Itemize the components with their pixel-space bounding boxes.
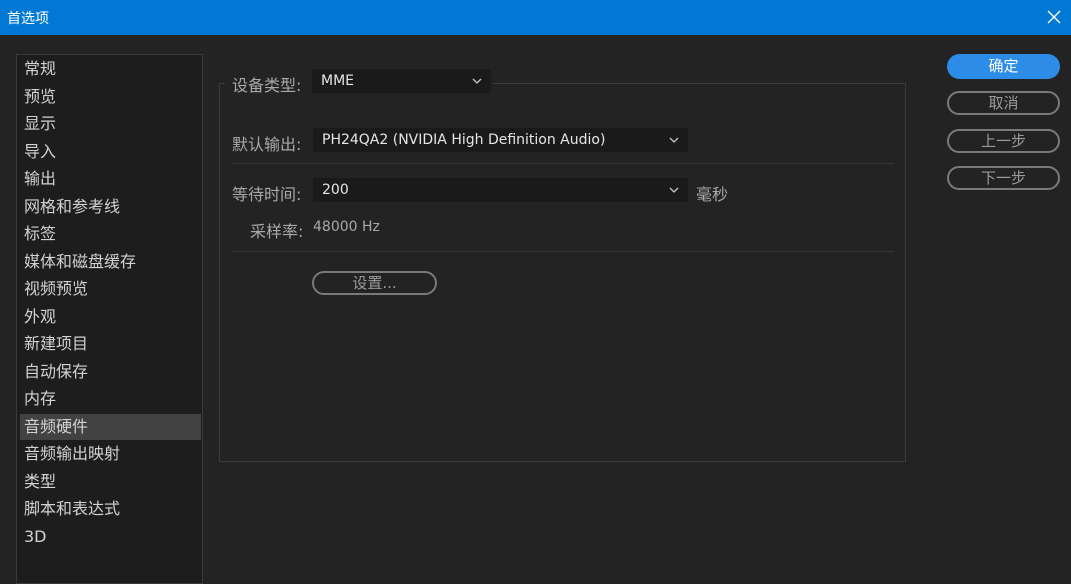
sidebar-item-display[interactable]: 显示: [20, 111, 201, 137]
ok-button[interactable]: 确定: [947, 54, 1060, 79]
device-type-value: MME: [321, 73, 355, 89]
title-bar: 首选项: [0, 0, 1071, 35]
sidebar-item-media-disk-cache[interactable]: 媒体和磁盘缓存: [20, 249, 201, 275]
sidebar-item-previews[interactable]: 预览: [20, 84, 201, 110]
section-divider: [231, 251, 894, 252]
sample-rate-value: 48000 Hz: [313, 219, 380, 235]
window-title: 首选项: [7, 11, 49, 27]
default-output-value: PH24QA2 (NVIDIA High Definition Audio): [322, 132, 606, 148]
latency-dropdown[interactable]: 200: [313, 178, 688, 202]
latency-value: 200: [322, 182, 349, 198]
sidebar-item-appearance[interactable]: 外观: [20, 304, 201, 330]
previous-button[interactable]: 上一步: [947, 129, 1060, 153]
sidebar-item-grids-guides[interactable]: 网格和参考线: [20, 194, 201, 220]
sidebar-item-auto-save[interactable]: 自动保存: [20, 359, 201, 385]
latency-unit: 毫秒: [696, 185, 729, 204]
sidebar-item-audio-hardware[interactable]: 音频硬件: [20, 414, 201, 440]
sample-rate-label: 采样率:: [250, 222, 304, 241]
chevron-down-icon: [669, 187, 679, 193]
sidebar-item-scripting-expressions[interactable]: 脚本和表达式: [20, 496, 201, 522]
section-divider: [231, 163, 894, 164]
sidebar-item-video-preview[interactable]: 视频预览: [20, 276, 201, 302]
sidebar-item-memory[interactable]: 内存: [20, 386, 201, 412]
default-output-dropdown[interactable]: PH24QA2 (NVIDIA High Definition Audio): [313, 128, 688, 152]
sidebar-item-import[interactable]: 导入: [20, 139, 201, 165]
latency-label: 等待时间:: [232, 185, 302, 204]
sidebar-item-type[interactable]: 类型: [20, 469, 201, 495]
sidebar-item-general[interactable]: 常规: [20, 56, 201, 82]
sidebar-item-output[interactable]: 输出: [20, 166, 201, 192]
sidebar-item-new-project[interactable]: 新建项目: [20, 331, 201, 357]
chevron-down-icon: [472, 78, 482, 84]
close-icon[interactable]: [1043, 6, 1065, 28]
cancel-button[interactable]: 取消: [947, 91, 1060, 115]
sidebar-item-3d[interactable]: 3D: [20, 524, 201, 550]
device-type-label: 设备类型:: [232, 76, 302, 95]
next-button[interactable]: 下一步: [947, 166, 1060, 190]
preferences-sidebar: 常规 预览 显示 导入 输出 网格和参考线 标签 媒体和磁盘缓存 视频预览 外观…: [16, 54, 203, 584]
sidebar-item-audio-output-mapping[interactable]: 音频输出映射: [20, 441, 201, 467]
default-output-label: 默认输出:: [232, 135, 302, 154]
chevron-down-icon: [669, 137, 679, 143]
device-type-dropdown[interactable]: MME: [312, 69, 491, 93]
settings-button[interactable]: 设置...: [312, 271, 437, 295]
sidebar-item-labels[interactable]: 标签: [20, 221, 201, 247]
